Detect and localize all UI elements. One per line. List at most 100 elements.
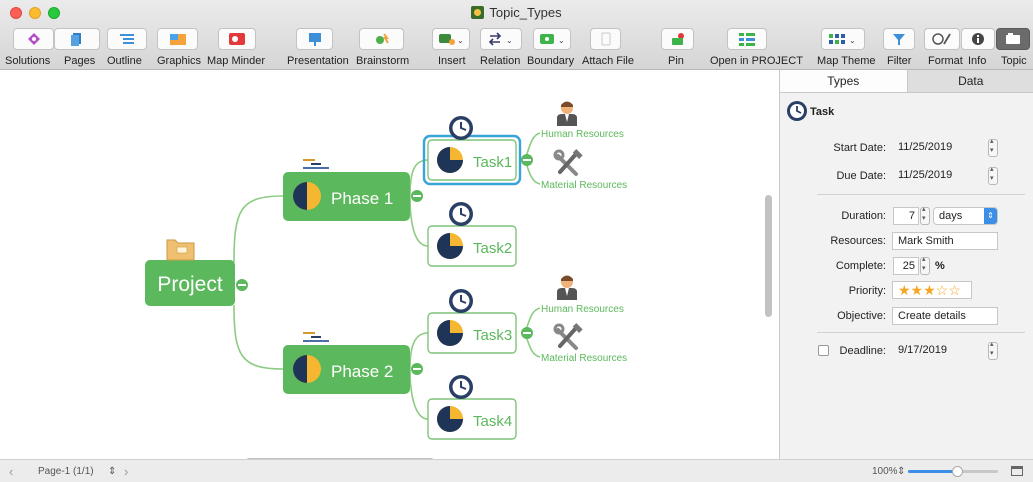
task-list-icon xyxy=(303,159,329,169)
zoom-slider[interactable] xyxy=(908,466,998,477)
page-stepper-icon[interactable]: ⇕ xyxy=(108,466,116,477)
progress-half-icon xyxy=(293,182,321,210)
priority-label: Priority: xyxy=(848,285,886,297)
format-button[interactable] xyxy=(924,28,960,50)
material-resources-topic[interactable]: Material Resources xyxy=(541,353,627,364)
tab-data[interactable]: Data xyxy=(906,70,1033,92)
deadline-stepper[interactable] xyxy=(988,340,998,360)
pages-icon xyxy=(71,33,81,46)
svg-text:⌄: ⌄ xyxy=(849,36,856,45)
open-in-project-label: Open in PROJECT xyxy=(710,55,803,67)
task-topic-3[interactable]: Task3 xyxy=(427,312,517,354)
format-icon xyxy=(932,33,951,45)
phase-topic-2[interactable]: Phase 2 xyxy=(283,345,410,394)
previous-page-button[interactable]: ‹ xyxy=(9,464,13,479)
human-resources-topic[interactable]: Human Resources xyxy=(541,304,624,315)
start-date-field[interactable]: 11/25/2019 xyxy=(893,139,982,157)
complete-stepper[interactable] xyxy=(920,255,930,275)
complete-field[interactable]: 25 xyxy=(893,257,919,275)
type-name: Task xyxy=(810,106,835,118)
attach-file-icon xyxy=(601,32,610,46)
phase-topic-1[interactable]: Phase 1 xyxy=(283,172,410,221)
presentation-button[interactable] xyxy=(296,28,333,50)
info-icon xyxy=(972,33,984,45)
duration-field[interactable]: 7 xyxy=(893,207,919,225)
collapse-minus-icon xyxy=(413,368,421,370)
percent-unit: % xyxy=(935,260,945,272)
clock-icon xyxy=(448,201,474,227)
pin-button[interactable] xyxy=(661,28,694,50)
task-topic-4[interactable]: Task4 xyxy=(427,398,517,440)
status-bar: ‹ Page-1 (1/1) ⇕ › 100% ⇕ xyxy=(0,459,1033,482)
deadline-checkbox[interactable] xyxy=(818,345,829,356)
topic-types-panel: Types Data Task Start Date: 11/25/2019 D… xyxy=(779,70,1033,459)
graphics-label: Graphics xyxy=(157,55,202,67)
pin-icon xyxy=(671,33,684,45)
task-topic-2[interactable]: Task2 xyxy=(427,225,517,267)
solutions-icon xyxy=(27,33,40,45)
due-date-stepper[interactable] xyxy=(988,165,998,185)
filter-label: Filter xyxy=(887,55,912,67)
start-date-stepper[interactable] xyxy=(988,137,998,157)
brainstorm-button[interactable] xyxy=(359,28,404,50)
open-in-project-button[interactable] xyxy=(727,28,767,50)
vertical-scrollbar[interactable] xyxy=(765,195,772,317)
map-theme-button[interactable]: ⌄ xyxy=(821,28,865,50)
boundary-button[interactable]: ⌄ xyxy=(533,28,571,50)
insert-button[interactable]: ⌄ xyxy=(432,28,470,50)
material-resources-topic[interactable]: Material Resources xyxy=(541,180,627,191)
graphics-button[interactable] xyxy=(157,28,198,50)
format-label: Format xyxy=(928,55,963,67)
filter-button[interactable] xyxy=(883,28,915,50)
filter-icon xyxy=(893,34,905,45)
collapse-minus-icon xyxy=(413,195,421,197)
presentation-label: Presentation xyxy=(287,55,349,67)
open-in-project-icon xyxy=(739,33,755,46)
due-date-label: Due Date: xyxy=(836,170,886,182)
tab-types[interactable]: Types xyxy=(780,70,907,92)
graphics-icon xyxy=(169,34,186,45)
boundary-icon: ⌄ xyxy=(540,34,565,45)
person-icon xyxy=(557,101,577,126)
task-1-label: Task1 xyxy=(473,154,512,171)
divider xyxy=(817,194,1025,195)
duration-stepper[interactable] xyxy=(920,205,930,225)
boundary-label: Boundary xyxy=(527,55,575,67)
root-topic-project[interactable]: Project xyxy=(145,260,235,306)
collapse-minus-icon xyxy=(523,159,531,161)
zoom-slider-knob[interactable] xyxy=(952,466,963,477)
mind-map-canvas[interactable]: Project Phase 1 Phase 2 Task1 Task2 Task… xyxy=(0,70,779,459)
phase-2-label: Phase 2 xyxy=(331,362,393,381)
objective-field[interactable]: Create details xyxy=(892,307,998,325)
duration-unit-select[interactable]: days ⇕ xyxy=(933,207,998,225)
solutions-button[interactable] xyxy=(13,28,54,50)
resources-field[interactable]: Mark Smith xyxy=(892,232,998,250)
panel-tabs: Types Data xyxy=(780,70,1033,93)
task-list-icon xyxy=(303,332,329,342)
deadline-field[interactable]: 9/17/2019 xyxy=(893,342,982,360)
resources-label: Resources: xyxy=(830,235,886,247)
fit-window-icon[interactable] xyxy=(1011,466,1023,476)
zoom-stepper-icon[interactable]: ⇕ xyxy=(897,466,905,477)
topic-icon xyxy=(1006,33,1020,44)
topic-button[interactable] xyxy=(996,28,1030,50)
pin-label: Pin xyxy=(668,55,684,67)
deadline-label: Deadline: xyxy=(839,345,886,357)
attach-file-button[interactable] xyxy=(590,28,621,50)
human-resources-topic[interactable]: Human Resources xyxy=(541,129,624,140)
info-label: Info xyxy=(968,55,987,67)
next-page-button[interactable]: › xyxy=(124,464,128,479)
pages-button[interactable] xyxy=(54,28,100,50)
priority-rating[interactable]: ★★★☆☆ xyxy=(892,281,972,299)
progress-half-icon xyxy=(293,355,321,383)
task-topic-1[interactable]: Task1 xyxy=(427,139,517,181)
outline-button[interactable] xyxy=(107,28,147,50)
divider xyxy=(817,332,1025,333)
progress-quarter-icon xyxy=(437,406,463,432)
progress-quarter-icon xyxy=(437,320,463,346)
map-minder-button[interactable] xyxy=(218,28,256,50)
relation-button[interactable]: ⌄ xyxy=(480,28,522,50)
info-button[interactable] xyxy=(961,28,995,50)
due-date-field[interactable]: 11/25/2019 xyxy=(893,167,982,185)
attach-file-label: Attach File xyxy=(582,55,634,67)
